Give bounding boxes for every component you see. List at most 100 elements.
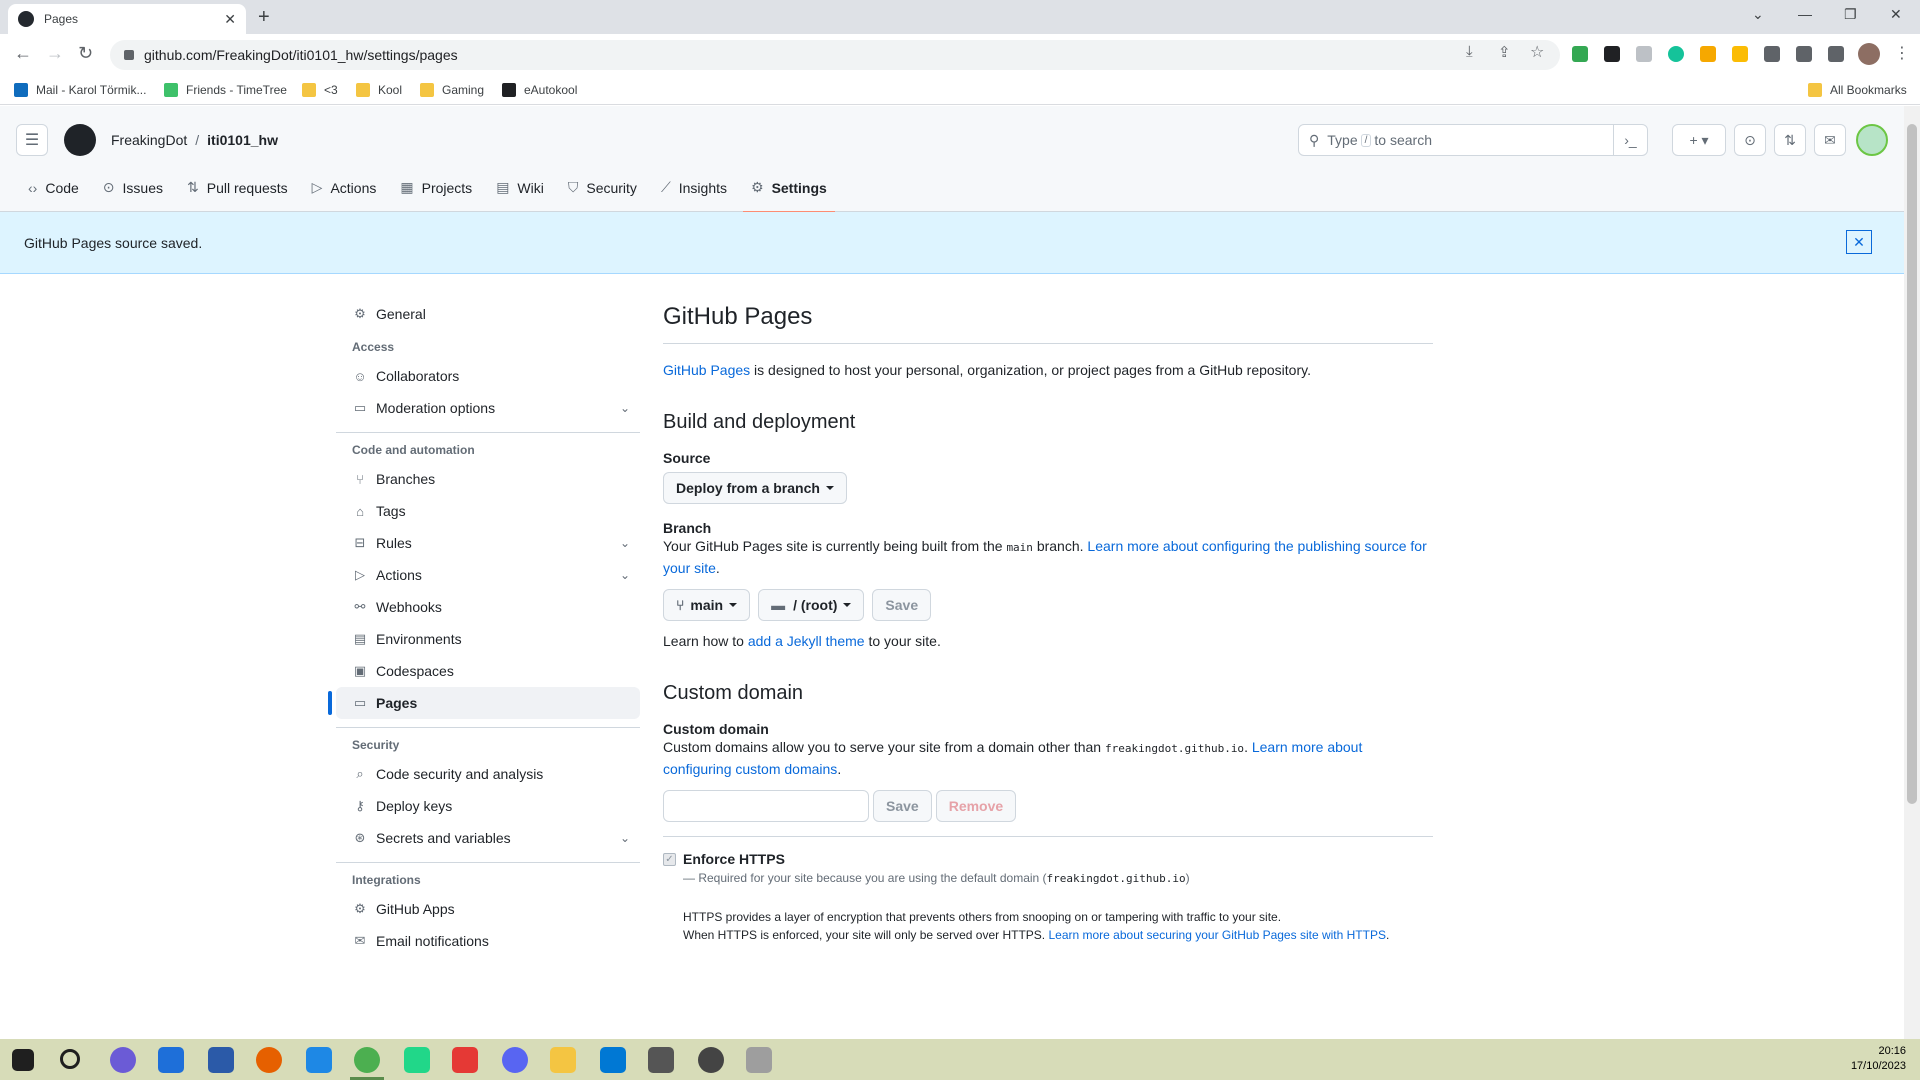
share-icon[interactable]: ⇪ — [1498, 43, 1511, 61]
intellij-icon[interactable] — [452, 1047, 478, 1073]
sidebar-item-pages[interactable]: ▭ Pages — [328, 687, 640, 719]
hamburger-menu-icon[interactable]: ☰ — [16, 124, 48, 156]
profile-avatar[interactable] — [1858, 43, 1880, 65]
branch-save-button[interactable]: Save — [872, 589, 932, 621]
tab-settings[interactable]: ⚙ Settings — [739, 163, 839, 213]
tab-code[interactable]: ‹› Code — [16, 163, 91, 212]
folder-select[interactable]: ▬ / (root) — [758, 589, 865, 621]
tab-pull-requests[interactable]: ⇅ Pull requests — [175, 163, 300, 212]
repo-name-link[interactable]: iti0101_hw — [207, 132, 278, 148]
grammarly-icon[interactable] — [1668, 46, 1684, 62]
sidebar-item-moderation[interactable]: ▭ Moderation options ⌄ — [336, 392, 640, 424]
scrollbar-thumb[interactable] — [1907, 124, 1917, 804]
sidebar-item-email-notifications[interactable]: ✉ Email notifications — [336, 925, 640, 957]
tab-insights[interactable]: ⟋ Insights — [649, 163, 739, 212]
search-icon[interactable] — [60, 1049, 80, 1069]
close-window-icon[interactable]: ✕ — [1890, 6, 1902, 23]
close-tab-icon[interactable]: ✕ — [224, 11, 236, 28]
branch-select[interactable]: ⑂ main — [663, 589, 751, 621]
sidebar-item-actions[interactable]: ▷ Actions ⌄ — [336, 559, 640, 591]
extension-grey-icon[interactable] — [1636, 46, 1652, 62]
discord-icon[interactable] — [502, 1047, 528, 1073]
custom-domain-remove-button[interactable]: Remove — [935, 790, 1017, 822]
sidebar-item-general[interactable]: ⚙ General — [336, 298, 640, 330]
command-palette-icon[interactable]: ›_ — [1613, 125, 1647, 155]
page-scrollbar[interactable] — [1904, 106, 1920, 1039]
jekyll-theme-link[interactable]: add a Jekyll theme — [748, 633, 865, 649]
chrome-menu-icon[interactable]: ⋮ — [1894, 43, 1910, 63]
file-explorer-icon[interactable] — [550, 1047, 576, 1073]
extensions-puzzle-icon[interactable] — [1764, 46, 1780, 62]
settings-gear-icon[interactable] — [698, 1047, 724, 1073]
bookmark-folder-heart[interactable]: <3 — [302, 83, 338, 97]
issues-icon[interactable]: ⊙ — [1734, 124, 1766, 156]
l-app-icon[interactable] — [306, 1047, 332, 1073]
taskbar-clock[interactable]: 20:16 17/10/2023 — [1851, 1044, 1906, 1074]
sidebar-item-environments[interactable]: ▤ Environments — [336, 623, 640, 655]
vscode-icon[interactable] — [600, 1047, 626, 1073]
reload-icon[interactable]: ↻ — [78, 43, 93, 64]
close-icon[interactable]: ✕ — [1846, 230, 1872, 254]
side-panel-icon[interactable] — [1828, 46, 1844, 62]
extension-pencil-icon[interactable] — [1700, 46, 1716, 62]
sidebar-item-branches[interactable]: ⑂ Branches — [336, 463, 640, 495]
sidebar-item-webhooks[interactable]: ⚯ Webhooks — [336, 591, 640, 623]
chrome-icon[interactable] — [354, 1047, 380, 1073]
new-tab-icon[interactable]: + — [258, 6, 270, 29]
avatar[interactable] — [1856, 124, 1888, 156]
bookmark-folder-kool[interactable]: Kool — [356, 83, 402, 97]
sidebar-item-code-security[interactable]: ⌕ Code security and analysis — [336, 758, 640, 790]
https-learn-more-link[interactable]: Learn more about securing your GitHub Pa… — [1048, 928, 1386, 942]
tag-icon: ⌂ — [356, 503, 364, 519]
create-new-button[interactable]: + ▾ — [1672, 124, 1726, 156]
terminal-app-icon[interactable] — [648, 1047, 674, 1073]
bookmark-timetree[interactable]: Friends - TimeTree — [164, 83, 287, 97]
extension-shield-icon[interactable] — [1572, 46, 1588, 62]
address-bar[interactable]: github.com/FreakingDot/iti0101_hw/settin… — [110, 40, 1560, 70]
sidebar-item-codespaces[interactable]: ▣ Codespaces — [336, 655, 640, 687]
reading-list-icon[interactable] — [1796, 46, 1812, 62]
sidebar-item-tags[interactable]: ⌂ Tags — [336, 495, 640, 527]
github-pages-link[interactable]: GitHub Pages — [663, 362, 750, 378]
restore-icon[interactable]: ❐ — [1844, 6, 1857, 23]
source-select[interactable]: Deploy from a branch — [663, 472, 847, 504]
tab-issues[interactable]: ⊙ Issues — [91, 163, 175, 212]
tab-security[interactable]: ⛉ Security — [556, 163, 649, 212]
enforce-https-checkbox[interactable]: ✓ — [663, 852, 676, 866]
extension-pen-icon[interactable] — [1604, 46, 1620, 62]
custom-domain-save-button[interactable]: Save — [873, 790, 932, 822]
search-input[interactable]: ⚲ Type / to search ›_ — [1298, 124, 1648, 156]
app-icon[interactable] — [746, 1047, 772, 1073]
windows-start-icon[interactable] — [12, 1049, 34, 1071]
sidebar-item-deploy-keys[interactable]: ⚷ Deploy keys — [336, 790, 640, 822]
all-bookmarks[interactable]: All Bookmarks — [1808, 83, 1907, 97]
bookmark-folder-gaming[interactable]: Gaming — [420, 83, 484, 97]
forward-icon[interactable]: → — [46, 43, 64, 64]
firefox-icon[interactable] — [256, 1047, 282, 1073]
bookmark-star-icon[interactable]: ☆ — [1530, 42, 1544, 62]
bookmark-mail[interactable]: Mail - Karol Törmik... — [14, 83, 146, 97]
repo-owner-link[interactable]: FreakingDot — [111, 132, 187, 148]
tab-search-icon[interactable]: ⌄ — [1752, 6, 1764, 23]
tab-projects[interactable]: ▦ Projects — [388, 163, 484, 212]
sidebar-item-rules[interactable]: ⊟ Rules ⌄ — [336, 527, 640, 559]
tab-actions[interactable]: ▷ Actions — [300, 163, 389, 212]
pull-requests-icon[interactable]: ⇅ — [1774, 124, 1806, 156]
install-icon[interactable]: ⤓ — [1466, 43, 1473, 60]
sidebar-item-github-apps[interactable]: ⚙ GitHub Apps — [336, 893, 640, 925]
browser-tab[interactable]: Pages ✕ — [8, 4, 246, 34]
tab-wiki[interactable]: ▤ Wiki — [484, 163, 556, 212]
extension-highlighter-icon[interactable] — [1732, 46, 1748, 62]
messenger-icon[interactable] — [110, 1047, 136, 1073]
custom-domain-input[interactable] — [663, 790, 869, 822]
sidebar-item-collaborators[interactable]: ☺ Collaborators — [336, 360, 640, 392]
back-icon[interactable]: ← — [14, 43, 32, 64]
mail-app-icon[interactable] — [158, 1047, 184, 1073]
store-icon[interactable] — [208, 1047, 234, 1073]
inbox-icon[interactable]: ✉ — [1814, 124, 1846, 156]
github-logo-icon[interactable] — [64, 124, 96, 156]
bookmark-eautokool[interactable]: eAutokool — [502, 83, 577, 97]
pycharm-icon[interactable] — [404, 1047, 430, 1073]
sidebar-item-secrets[interactable]: ⊛ Secrets and variables ⌄ — [336, 822, 640, 854]
minimize-icon[interactable]: — — [1798, 6, 1812, 22]
